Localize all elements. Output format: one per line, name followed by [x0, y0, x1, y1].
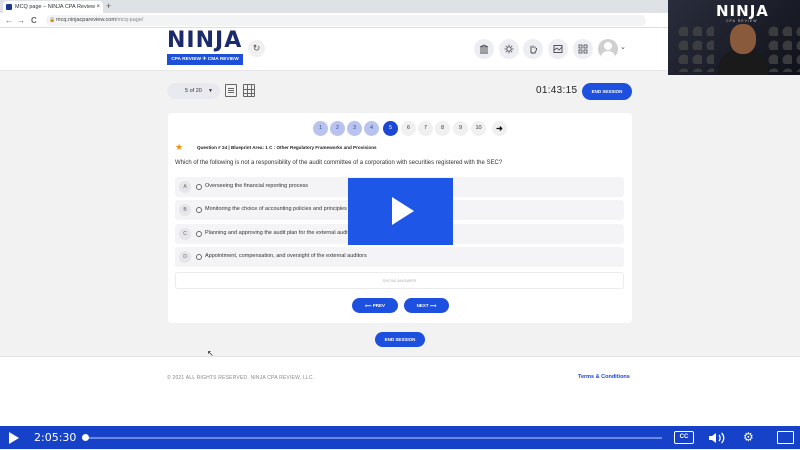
url-path: /mcq-page/ [115, 17, 144, 23]
question-nav-item[interactable]: 8 [435, 121, 450, 136]
ninja-figures-right [764, 22, 800, 72]
close-tab-icon[interactable]: × [96, 1, 100, 13]
question-text: Which of the following is not a responsi… [175, 160, 503, 166]
avatar[interactable] [598, 39, 618, 59]
option-text: Monitoring the choice of accounting poli… [205, 206, 347, 212]
site-footer: © 2021 ALL RIGHTS RESERVED. NINJA CPA RE… [0, 356, 800, 426]
logo-wordmark: NINJA [167, 28, 243, 53]
video-play-overlay[interactable] [348, 178, 453, 245]
end-session-button-top[interactable]: END SESSION [582, 83, 632, 100]
option-radio[interactable] [196, 254, 202, 260]
webcam-tagline: CPA REVIEW [726, 19, 758, 23]
notes-icon[interactable] [225, 84, 237, 97]
bank-icon[interactable] [474, 39, 494, 59]
answer-option-d[interactable]: D Appointment, compensation, and oversig… [175, 247, 624, 267]
option-radio[interactable] [196, 231, 202, 237]
option-text: Planning and approving the audit plan fo… [205, 230, 357, 236]
question-nav-item[interactable]: 2 [330, 121, 345, 136]
session-timer: 01:43:15 [536, 85, 578, 96]
end-session-button-bottom[interactable]: END SESSION [375, 332, 425, 347]
back-icon[interactable]: ← [5, 13, 13, 28]
captions-button[interactable]: CC [674, 431, 694, 444]
question-nav-item[interactable]: 10 [471, 121, 486, 136]
option-radio[interactable] [196, 184, 202, 190]
caret-down-icon: ▼ [208, 88, 213, 94]
avatar-head [604, 42, 612, 50]
video-progress-track[interactable] [84, 437, 662, 439]
tab-title: MCQ page – NINJA CPA Review [15, 4, 95, 10]
page-selector-label: 5 of 20 [185, 88, 202, 94]
question-meta: Question # 24 | Blueprint Area: 1 C : Ot… [197, 145, 377, 150]
lock-icon: 🔒 [49, 17, 56, 23]
show-answer-button[interactable]: SHOW ANSWER [175, 272, 624, 289]
map-icon[interactable] [548, 39, 568, 59]
hand-icon[interactable] [523, 39, 543, 59]
option-letter: C [179, 228, 191, 240]
option-letter: D [179, 251, 191, 263]
url-field[interactable]: 🔒 mcq.ninjacpareview.com/mcq-page/ [46, 15, 646, 26]
prev-button[interactable]: ⟵ PREV [352, 298, 398, 313]
new-tab-button[interactable]: + [106, 0, 111, 13]
terms-link[interactable]: Terms & Conditions [578, 374, 630, 380]
chevron-down-icon[interactable]: ⌄ [620, 43, 626, 51]
ninja-logo[interactable]: NINJA CPA REVIEW ✈ CMA REVIEW [167, 28, 243, 66]
question-nav-item[interactable]: 9 [453, 121, 468, 136]
question-nav-item[interactable]: 3 [347, 121, 362, 136]
url-domain: mcq.ninjacpareview.com [56, 17, 116, 23]
next-button[interactable]: NEXT ⟶ [404, 298, 449, 313]
play-icon [392, 197, 414, 225]
settings-gear-icon[interactable]: ⚙ [743, 429, 754, 446]
option-text: Appointment, compensation, and oversight… [205, 253, 367, 259]
webcam-brand: NINJA [716, 2, 769, 20]
ninja-figures-left [674, 22, 714, 72]
star-icon[interactable]: ★ [175, 142, 183, 153]
question-nav-item[interactable]: 7 [418, 121, 433, 136]
question-nav-item[interactable]: 4 [364, 121, 379, 136]
question-nav-item[interactable]: 1 [313, 121, 328, 136]
option-letter: B [179, 204, 191, 216]
option-letter: A [179, 181, 191, 193]
page-selector[interactable]: 5 of 20 ▼ [167, 83, 220, 99]
copyright-text: © 2021 ALL RIGHTS RESERVED. NINJA CPA RE… [167, 375, 315, 381]
forward-icon[interactable]: → [17, 13, 25, 28]
browser-tab[interactable]: MCQ page – NINJA CPA Review × [3, 1, 103, 13]
avatar-body [601, 51, 615, 59]
presenter-webcam: NINJA CPA REVIEW [668, 0, 800, 75]
grid-icon[interactable] [573, 39, 593, 59]
next-page-arrow-icon[interactable]: ➜ [492, 121, 507, 136]
reload-icon[interactable]: C [31, 13, 37, 28]
play-icon[interactable] [9, 432, 19, 444]
question-nav-item[interactable]: 6 [401, 121, 416, 136]
refresh-icon[interactable]: ↻ [248, 40, 265, 57]
calculator-icon[interactable] [243, 84, 255, 97]
presenter-face [730, 24, 756, 54]
favicon-icon [6, 4, 12, 10]
option-radio[interactable] [196, 207, 202, 213]
volume-icon[interactable] [708, 429, 726, 450]
video-progress-handle[interactable] [82, 434, 89, 441]
question-nav-item-current[interactable]: 5 [383, 121, 398, 136]
video-timestamp: 2:05:30 [34, 431, 77, 444]
logo-strip: CPA REVIEW ✈ CMA REVIEW [167, 54, 243, 65]
brightness-icon[interactable] [499, 39, 519, 59]
fullscreen-icon[interactable] [777, 431, 794, 444]
option-text: Overseeing the financial reporting proce… [205, 183, 309, 189]
